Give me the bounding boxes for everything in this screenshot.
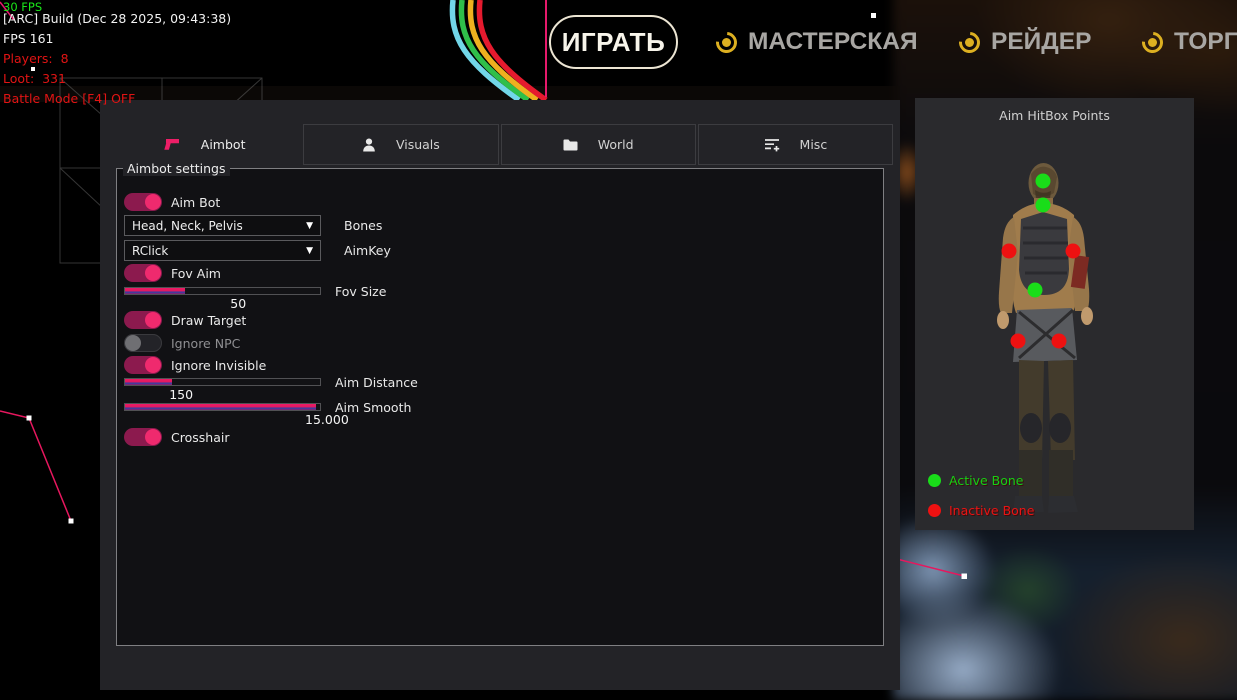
aimkey-dropdown[interactable]: RClick ▼ (124, 240, 321, 261)
sliders-icon (764, 138, 780, 152)
hitbox-point-right-hip[interactable] (1052, 334, 1067, 349)
fov-aim-toggle[interactable] (124, 264, 162, 282)
tab-bar: Aimbot Visuals World Misc (108, 124, 893, 165)
person-icon (362, 138, 376, 152)
dropdown-label: Bones (344, 218, 382, 233)
ignore-invisible-toggle-row: Ignore Invisible (124, 356, 266, 374)
loot-label: Loot: 331 (3, 71, 231, 91)
coin-icon (1142, 32, 1163, 53)
aimbot-settings-group: Aimbot settings Aim Bot Head, Neck, Pelv… (116, 168, 884, 646)
ignore-npc-toggle[interactable] (124, 334, 162, 352)
aim-bot-toggle[interactable] (124, 193, 162, 211)
toggle-label: Ignore Invisible (171, 358, 266, 373)
ignore-invisible-toggle[interactable] (124, 356, 162, 374)
nav-item-workshop[interactable]: МАСТЕРСКАЯ (716, 28, 918, 56)
player-model-area (915, 98, 1194, 530)
slider-value: 50 (230, 296, 246, 311)
hitbox-point-left-shoulder[interactable] (1002, 244, 1017, 259)
aim-distance-slider-row: 150 Aim Distance (124, 378, 524, 402)
player-model (915, 98, 1194, 530)
bones-dropdown[interactable]: Head, Neck, Pelvis ▼ (124, 215, 321, 236)
tab-world[interactable]: World (501, 124, 696, 165)
slider-fill (125, 379, 172, 385)
chevron-down-icon: ▼ (306, 221, 313, 231)
cheat-menu-window: Aimbot Visuals World Misc Aimbot setting… (100, 100, 900, 690)
esp-polyline-left (0, 405, 90, 530)
crosshair-toggle-row: Crosshair (124, 428, 229, 446)
folder-icon (563, 139, 578, 151)
hitbox-panel: Aim HitBox Points (915, 98, 1194, 530)
fps-label: FPS 161 (3, 31, 231, 51)
group-title: Aimbot settings (123, 161, 230, 176)
dropdown-value: RClick (132, 244, 168, 258)
legend-active-bone: Active Bone (928, 473, 1023, 488)
nav-item-label: РЕЙДЕР (991, 28, 1091, 56)
hitbox-point-right-shoulder[interactable] (1066, 244, 1081, 259)
tab-misc[interactable]: Misc (698, 124, 893, 165)
nav-item-label: ТОРГО (1174, 28, 1237, 56)
ignore-npc-toggle-row: Ignore NPC (124, 334, 240, 352)
aim-smooth-slider-row: 15.000 Aim Smooth (124, 403, 524, 427)
nav-item-raider[interactable]: РЕЙДЕР (959, 28, 1091, 56)
slider-label: Aim Smooth (335, 400, 411, 415)
dropdown-label: AimKey (344, 243, 391, 258)
coin-icon (716, 32, 737, 53)
fov-aim-toggle-row: Fov Aim (124, 264, 221, 282)
tab-label: Misc (800, 137, 828, 152)
fov-size-slider-row: 50 Fov Size (124, 287, 524, 311)
pistol-icon (164, 138, 181, 151)
crosshair-toggle[interactable] (124, 428, 162, 446)
toggle-label: Crosshair (171, 430, 229, 445)
battle-mode-label: Battle Mode [F4] OFF (3, 91, 231, 111)
slider-label: Fov Size (335, 284, 386, 299)
tab-label: Aimbot (201, 137, 246, 152)
chevron-down-icon: ▼ (306, 246, 313, 256)
toggle-label: Draw Target (171, 313, 246, 328)
active-bone-label: Active Bone (949, 473, 1023, 488)
tab-label: Visuals (396, 137, 440, 152)
tab-aimbot[interactable]: Aimbot (108, 124, 301, 165)
bones-row: Head, Neck, Pelvis ▼ Bones (124, 215, 382, 236)
draw-target-toggle[interactable] (124, 311, 162, 329)
aim-distance-slider[interactable] (124, 378, 321, 386)
toggle-label: Ignore NPC (171, 336, 240, 351)
active-bone-dot (928, 474, 941, 487)
hitbox-point-neck[interactable] (1036, 198, 1051, 213)
toggle-label: Fov Aim (171, 266, 221, 281)
draw-target-toggle-row: Draw Target (124, 311, 246, 329)
coin-icon (959, 32, 980, 53)
slider-fill (125, 288, 185, 294)
build-label: [ARC] Build (Dec 28 2025, 09:43:38) (3, 11, 231, 31)
slider-fill (125, 404, 316, 410)
tab-visuals[interactable]: Visuals (303, 124, 498, 165)
aimkey-row: RClick ▼ AimKey (124, 240, 391, 261)
fov-size-slider[interactable] (124, 287, 321, 295)
nav-item-label: МАСТЕРСКАЯ (748, 28, 918, 56)
slider-label: Aim Distance (335, 375, 418, 390)
legend-inactive-bone: Inactive Bone (928, 503, 1034, 518)
hud-overlay: 30 FPS [ARC] Build (Dec 28 2025, 09:43:3… (3, 0, 231, 111)
players-label: Players: 8 (3, 51, 231, 71)
slider-value: 150 (169, 387, 193, 402)
play-button[interactable]: ИГРАТЬ (549, 15, 678, 69)
toggle-label: Aim Bot (171, 195, 220, 210)
aim-smooth-slider[interactable] (124, 403, 321, 411)
hitbox-point-head[interactable] (1036, 174, 1051, 189)
nav-item-trade[interactable]: ТОРГО (1142, 28, 1237, 56)
dropdown-value: Head, Neck, Pelvis (132, 219, 243, 233)
fps-counter: 30 FPS (3, 0, 231, 11)
aim-bot-toggle-row: Aim Bot (124, 193, 220, 211)
inactive-bone-label: Inactive Bone (949, 503, 1034, 518)
tab-label: World (598, 137, 634, 152)
hitbox-point-left-hip[interactable] (1011, 334, 1026, 349)
hitbox-point-pelvis[interactable] (1028, 283, 1043, 298)
inactive-bone-dot (928, 504, 941, 517)
